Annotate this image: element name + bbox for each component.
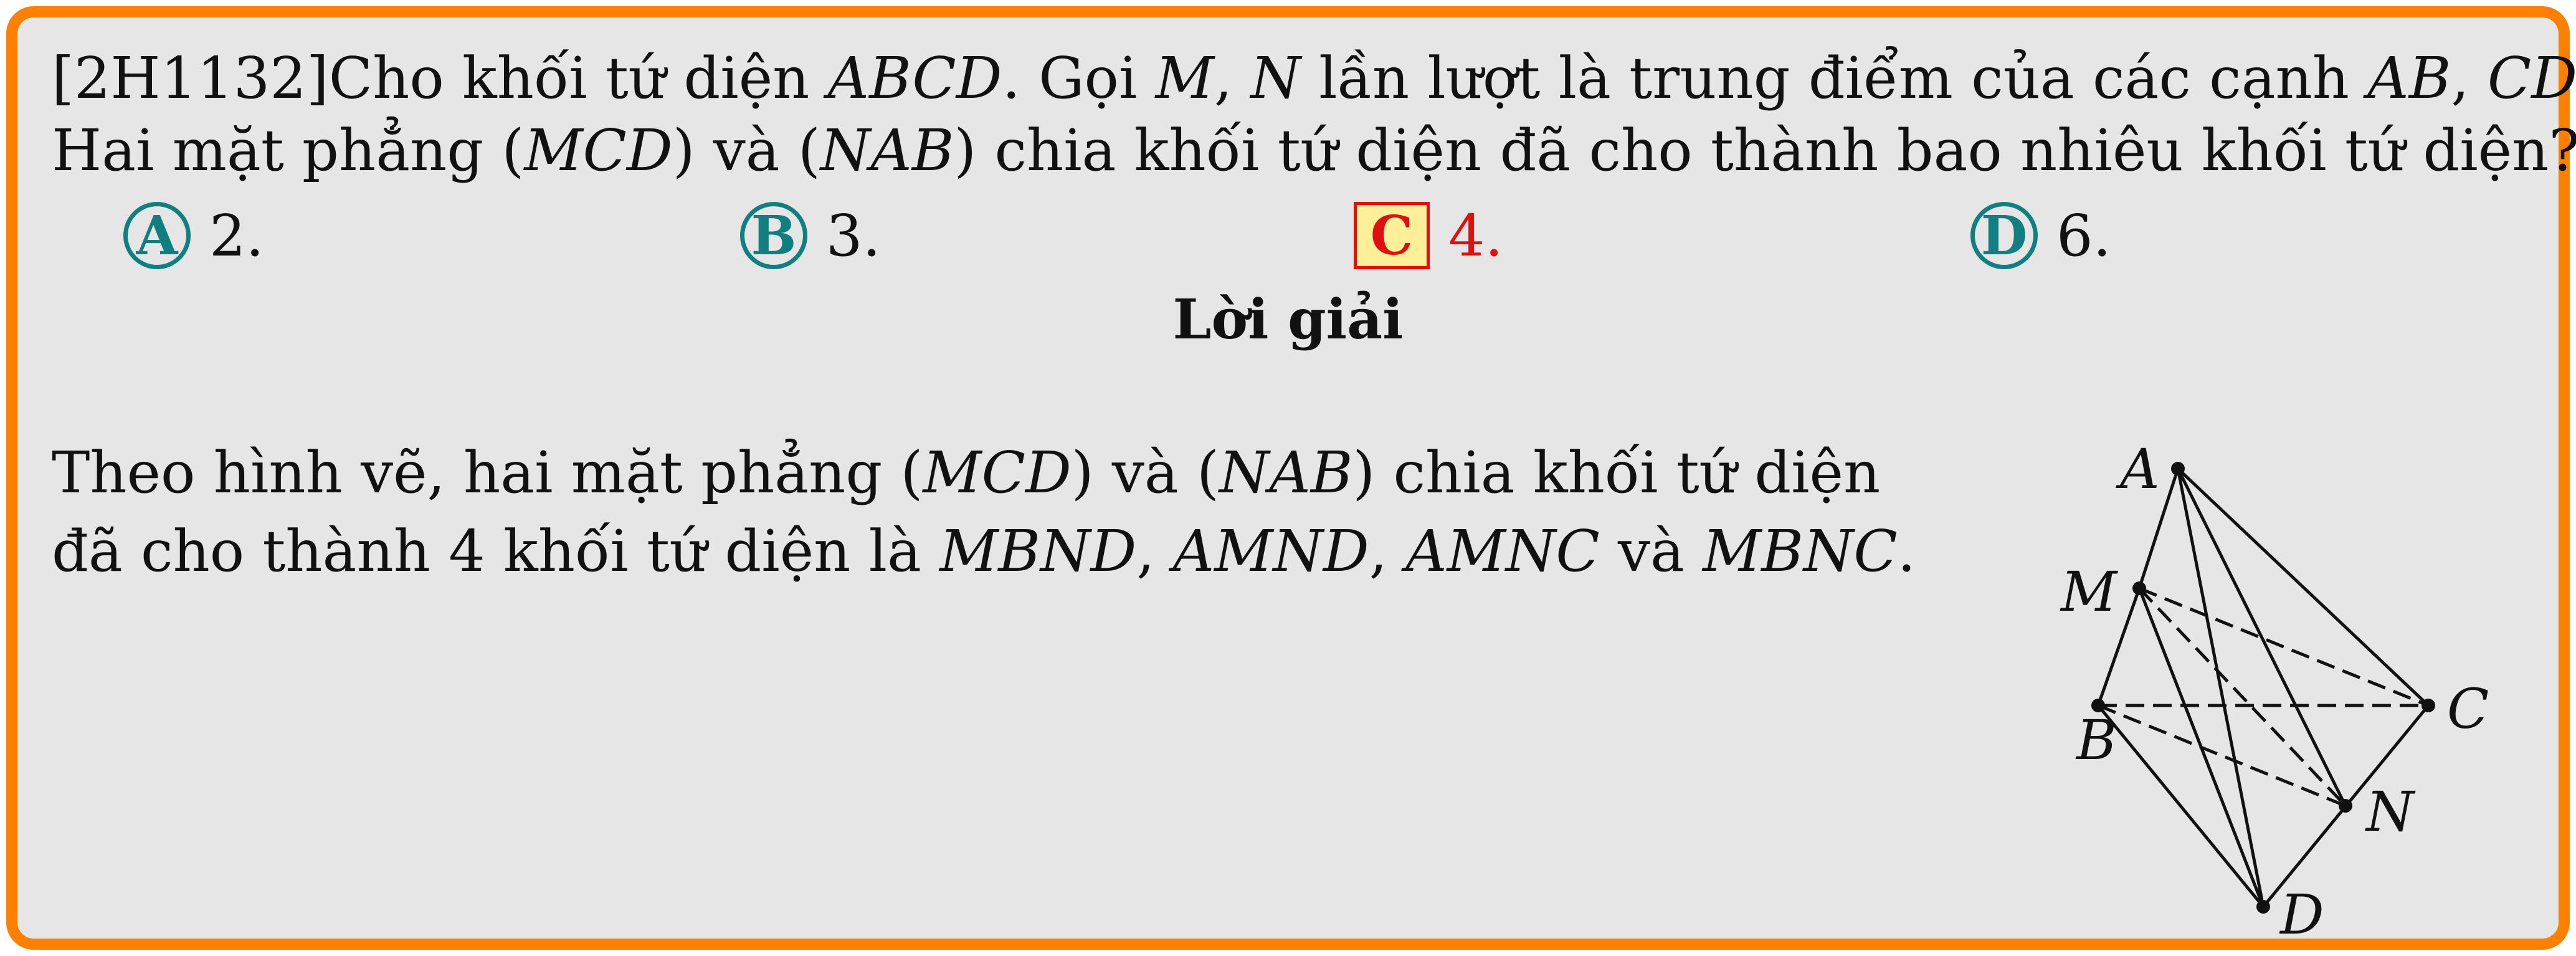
text-run: ,: [2451, 45, 2488, 112]
text-run: ,: [1214, 45, 1251, 112]
edge-a-d: [2176, 468, 2265, 907]
text-run: ) và (: [1071, 439, 1219, 506]
label-c: C: [2447, 677, 2489, 741]
label-b: B: [2075, 708, 2117, 772]
point-n: [2339, 799, 2352, 813]
option-d[interactable]: D 6.: [1970, 198, 2111, 273]
tetrahedron-figure: A M B C N D: [2060, 441, 2489, 940]
option-c[interactable]: C 4.: [1354, 198, 1503, 273]
option-c-marker: C: [1354, 202, 1430, 269]
option-a-marker: A: [123, 202, 191, 269]
option-b-marker: B: [740, 202, 807, 269]
label-a: A: [2116, 441, 2160, 501]
text-run: ,: [1369, 518, 1406, 585]
question-code: [2H1132]: [52, 45, 329, 112]
math-term: N: [1250, 45, 1301, 112]
option-d-marker: D: [1970, 202, 2038, 269]
option-d-text: 6.: [2056, 202, 2111, 269]
point-c: [2422, 699, 2435, 712]
math-term: M: [1155, 45, 1214, 112]
text-run: và: [1599, 518, 1703, 585]
label-m: M: [2060, 560, 2118, 624]
math-term: CD: [2487, 45, 2576, 112]
text-run: lần lượt là trung điểm của các cạnh: [1300, 45, 2368, 112]
text-run: Cho khối tứ diện: [328, 45, 828, 112]
math-term: MBND: [939, 518, 1137, 585]
point-m: [2132, 581, 2146, 595]
point-a: [2171, 462, 2185, 476]
text-run: ) và (: [672, 117, 820, 184]
label-n: N: [2365, 780, 2416, 844]
solution-explanation: Theo hình vẽ, hai mặt phẳng (MCD) và (NA…: [52, 434, 1964, 591]
option-b[interactable]: B 3.: [740, 198, 881, 273]
question-line-2: Hai mặt phẳng (MCD) và (NAB) chia khối t…: [52, 122, 2576, 179]
option-a[interactable]: A 2.: [123, 198, 264, 273]
edge-m-c: [2139, 586, 2429, 707]
math-term: MCD: [524, 117, 673, 184]
text-run: .: [1897, 518, 1916, 585]
math-term: AMND: [1172, 518, 1369, 585]
text-run: ,: [1136, 518, 1173, 585]
text-run: Hai mặt phẳng (: [52, 117, 525, 184]
option-c-text: 4.: [1448, 202, 1503, 269]
edge-b-d: [2097, 704, 2265, 908]
option-a-text: 2.: [209, 202, 264, 269]
edge-m-n: [2138, 587, 2347, 807]
text-run: Theo hình vẽ, hai mặt phẳng (: [52, 439, 923, 506]
math-term: NAB: [820, 117, 954, 184]
edge-b-n: [2098, 704, 2346, 808]
math-term: AMNC: [1405, 518, 1600, 585]
math-term: MCD: [923, 439, 1072, 506]
question-text-1: Cho khối tứ diện ABCD. Gọi M, N lần lượt…: [329, 45, 2576, 112]
math-term: AB: [2367, 45, 2451, 112]
question-line-1: [2H1132]Cho khối tứ diện ABCD. Gọi M, N …: [52, 50, 2576, 107]
text-run: . Gọi: [1002, 45, 1156, 112]
math-term: NAB: [1219, 439, 1353, 506]
math-term: MBNC: [1703, 518, 1898, 585]
option-b-text: 3.: [826, 202, 881, 269]
math-term: ABCD: [827, 45, 1002, 112]
point-d: [2256, 900, 2270, 914]
question-card: [2H1132]Cho khối tứ diện ABCD. Gọi M, N …: [6, 6, 2576, 950]
solution-title: Lời giải: [1172, 287, 1404, 351]
label-d: D: [2279, 882, 2324, 940]
text-run: ) chia khối tứ diện đã cho thành bao nhi…: [954, 117, 2576, 184]
